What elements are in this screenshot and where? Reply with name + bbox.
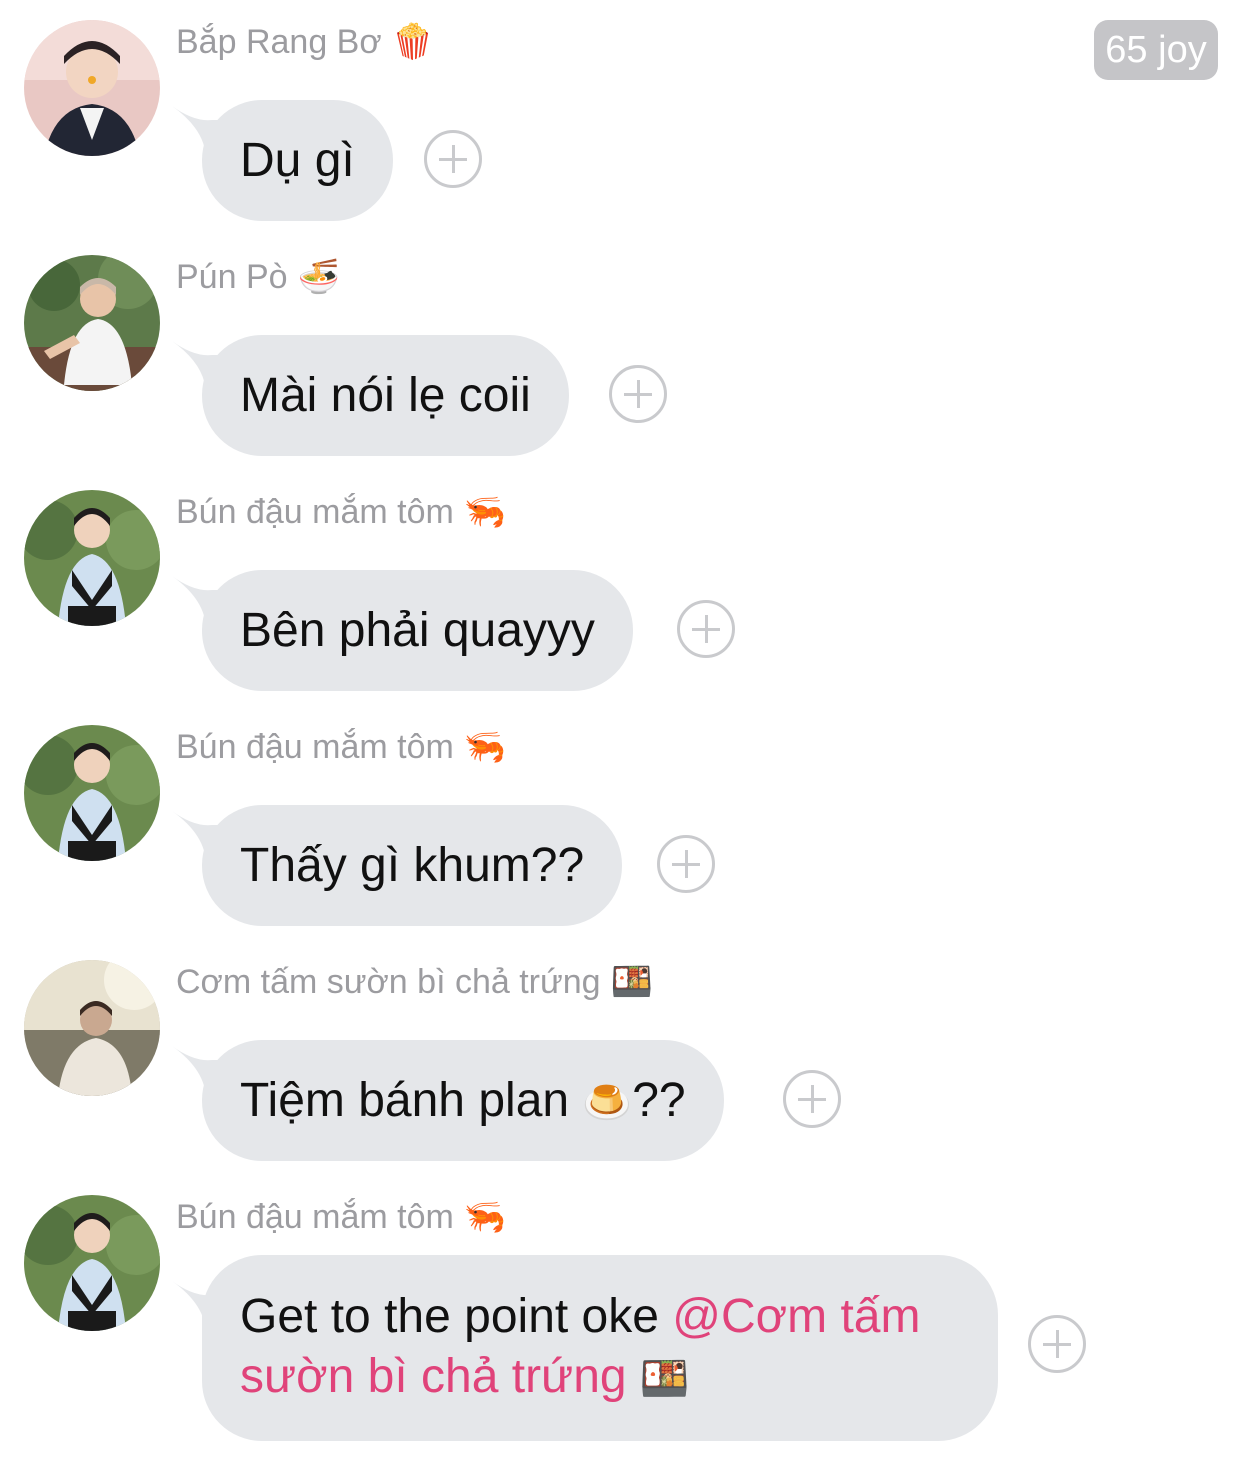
sender-name: Bún đậu mắm tôm 🦐 [176, 492, 507, 532]
message-bubble[interactable]: Thấy gì khum?? [202, 805, 623, 926]
sender-name: Cơm tấm sườn bì chả trứng 🍱 [176, 962, 653, 1002]
message-bubble[interactable]: Get to the point oke @Cơm tấm sườn bì ch… [202, 1255, 998, 1441]
avatar[interactable] [24, 960, 160, 1096]
person-avatar-icon [24, 960, 160, 1096]
person-avatar-icon [24, 725, 160, 861]
shrimp-icon: 🦐 [463, 492, 507, 532]
avatar[interactable] [24, 1195, 160, 1331]
person-avatar-icon [24, 1195, 160, 1331]
avatar[interactable] [24, 20, 160, 156]
bento-box-icon: 🍱 [639, 1356, 690, 1402]
noodle-bowl-icon: 🍜 [297, 257, 340, 297]
message-bubble[interactable]: Bên phải quayyy [202, 570, 633, 691]
sender-name: Pún Pò 🍜 [176, 257, 340, 297]
add-reaction-button[interactable] [609, 365, 667, 423]
add-reaction-button[interactable] [657, 835, 715, 893]
person-avatar-icon [24, 20, 160, 156]
sender-name: Bún đậu mắm tôm 🦐 [176, 1197, 507, 1237]
avatar[interactable] [24, 725, 160, 861]
reaction-count-badge: 65 joy [1094, 20, 1218, 80]
shrimp-icon: 🦐 [463, 1197, 507, 1237]
person-avatar-icon [24, 255, 160, 391]
add-reaction-button[interactable] [783, 1070, 841, 1128]
message-bubble[interactable]: Mài nói lẹ coii [202, 335, 569, 456]
add-reaction-button[interactable] [1028, 1315, 1086, 1373]
add-reaction-button[interactable] [424, 130, 482, 188]
bento-box-icon: 🍱 [610, 962, 653, 1002]
message-bubble[interactable]: Tiệm bánh plan 🍮?? [202, 1040, 724, 1161]
avatar[interactable] [24, 490, 160, 626]
sender-name: Bún đậu mắm tôm 🦐 [176, 727, 507, 767]
popcorn-icon: 🍿 [391, 22, 434, 62]
sender-name: Bắp Rang Bơ 🍿 [176, 22, 434, 62]
person-avatar-icon [24, 490, 160, 626]
message-bubble[interactable]: Dụ gì [202, 100, 393, 221]
flan-pudding-icon: 🍮 [582, 1080, 633, 1126]
avatar[interactable] [24, 255, 160, 391]
add-reaction-button[interactable] [677, 600, 735, 658]
shrimp-icon: 🦐 [463, 727, 507, 767]
